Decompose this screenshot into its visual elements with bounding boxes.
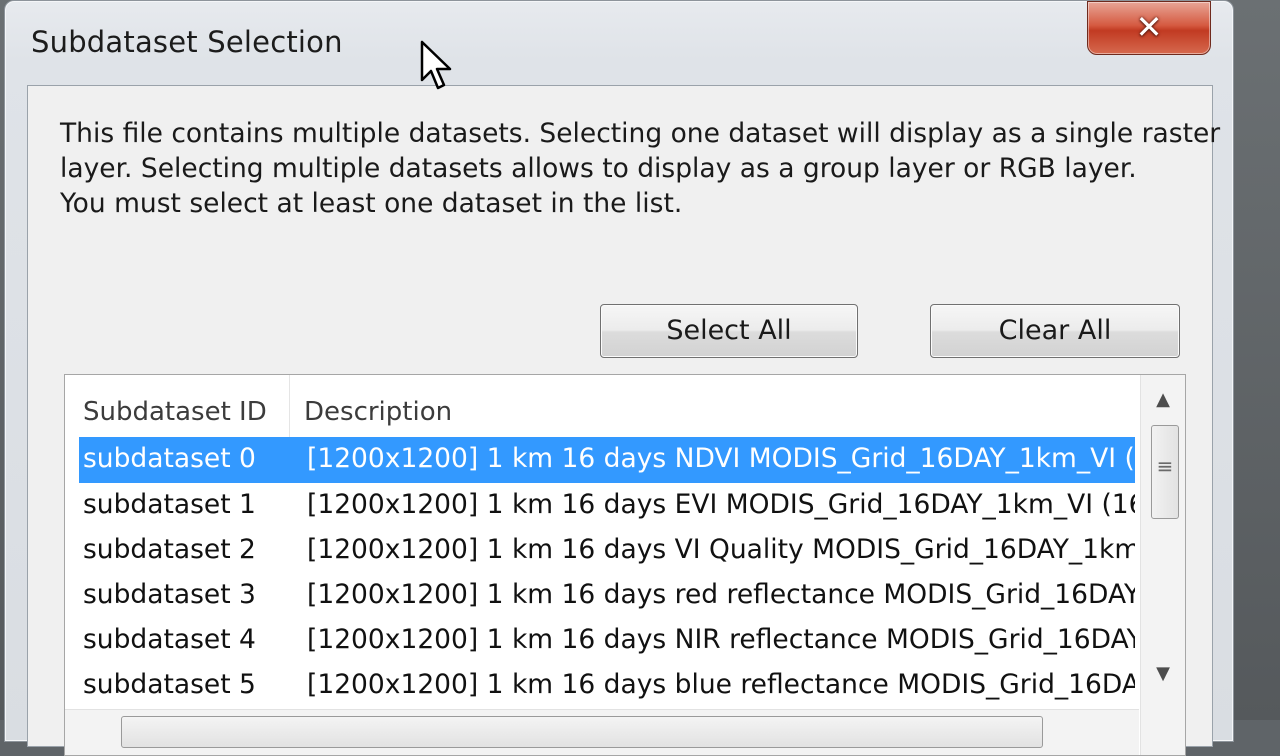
row-subdataset-id: subdataset 2	[83, 534, 256, 565]
grip-icon: ≡	[1156, 454, 1174, 478]
window-title: Subdataset Selection	[31, 25, 343, 59]
dialog-client-area: This file contains multiple datasets. Se…	[27, 85, 1221, 756]
vertical-scroll-thumb[interactable]: ≡	[1151, 425, 1179, 519]
description-line-1: This file contains multiple datasets. Se…	[60, 118, 1221, 149]
column-header-subdataset-id[interactable]: Subdataset ID	[83, 375, 290, 437]
row-subdataset-id: subdataset 3	[83, 579, 256, 610]
title-bar[interactable]: Subdataset Selection ✕	[5, 1, 1233, 85]
row-description: [1200x1200] 1 km 16 days blue reflectanc…	[307, 669, 1135, 700]
list-row[interactable]: subdataset 0 [1200x1200] 1 km 16 days NDV…	[79, 437, 1135, 483]
cursor-icon	[420, 40, 452, 90]
select-all-button[interactable]: Select All	[600, 304, 858, 358]
row-subdataset-id: subdataset 4	[83, 624, 256, 655]
horizontal-scrollbar[interactable]	[65, 709, 1139, 755]
list-row[interactable]: subdataset 4 [1200x1200] 1 km 16 days NIR…	[79, 618, 1135, 664]
clear-all-button[interactable]: Clear All	[930, 304, 1180, 358]
row-description: [1200x1200] 1 km 16 days EVI MODIS_Grid_…	[307, 489, 1135, 520]
row-description: [1200x1200] 1 km 16 days NIR reflectance…	[307, 624, 1135, 655]
description-line-3: You must select at least one dataset in …	[60, 188, 683, 219]
row-subdataset-id: subdataset 1	[83, 489, 256, 520]
row-description: [1200x1200] 1 km 16 days NDVI MODIS_Grid…	[307, 443, 1135, 474]
chevron-up-icon[interactable]: ▲	[1141, 389, 1185, 410]
list-row[interactable]: subdataset 5 [1200x1200] 1 km 16 days blu…	[79, 663, 1135, 709]
row-description: [1200x1200] 1 km 16 days VI Quality MODI…	[307, 534, 1135, 565]
list-header: Subdataset ID Description	[65, 375, 1139, 437]
chevron-down-icon[interactable]: ▼	[1141, 663, 1185, 684]
close-icon: ✕	[1135, 8, 1163, 46]
row-subdataset-id: subdataset 0	[83, 443, 256, 474]
list-row[interactable]: subdataset 2 [1200x1200] 1 km 16 days VI …	[79, 528, 1135, 574]
description-line-2: layer. Selecting multiple datasets allow…	[60, 153, 1137, 184]
column-header-description[interactable]: Description	[304, 375, 1134, 437]
row-subdataset-id: subdataset 5	[83, 669, 256, 700]
close-button[interactable]: ✕	[1087, 1, 1211, 55]
dialog-description: This file contains multiple datasets. Se…	[60, 116, 1221, 221]
vertical-scrollbar[interactable]: ▲ ≡ ▼	[1140, 375, 1185, 755]
list-row[interactable]: subdataset 3 [1200x1200] 1 km 16 days red…	[79, 573, 1135, 619]
row-description: [1200x1200] 1 km 16 days red reflectance…	[307, 579, 1135, 610]
list-row[interactable]: subdataset 1 [1200x1200] 1 km 16 days EVI…	[79, 483, 1135, 529]
horizontal-scroll-thumb[interactable]	[121, 716, 1043, 748]
subdataset-list[interactable]: Subdataset ID Description subdataset 0 [1…	[64, 374, 1186, 756]
subdataset-selection-dialog: Subdataset Selection ✕ This file contain…	[4, 0, 1234, 756]
